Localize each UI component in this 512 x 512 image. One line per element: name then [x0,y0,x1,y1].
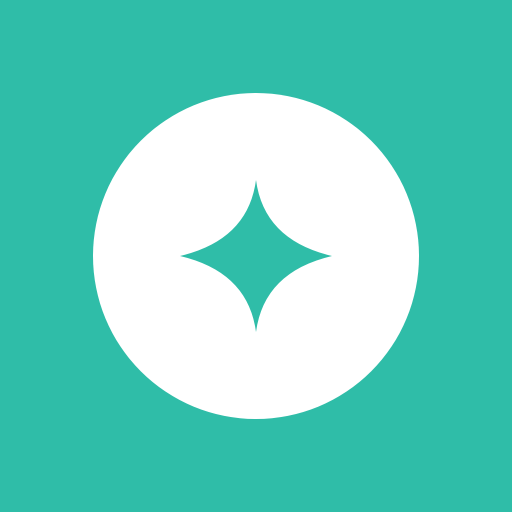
app-icon [0,0,512,512]
sparkle-emblem [93,93,419,419]
